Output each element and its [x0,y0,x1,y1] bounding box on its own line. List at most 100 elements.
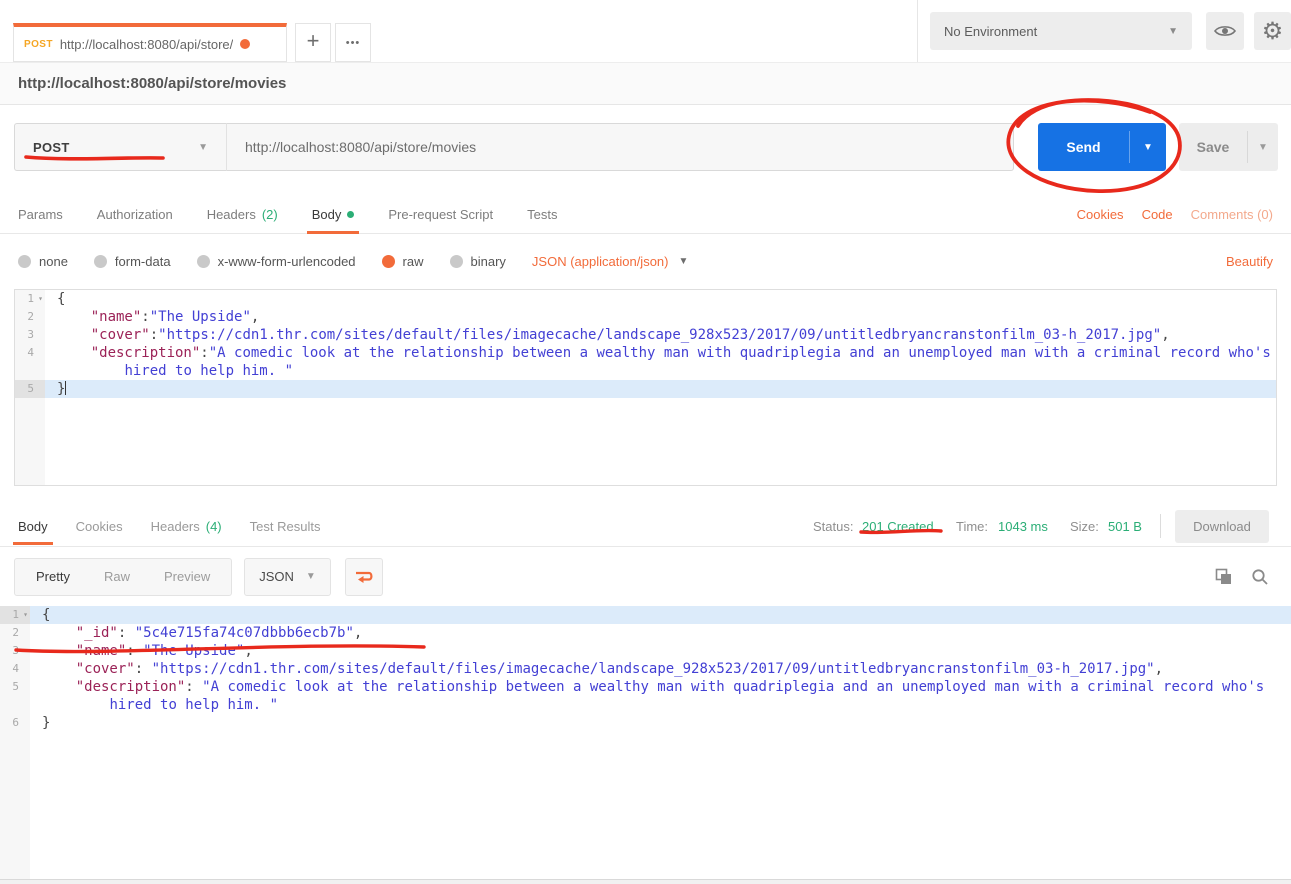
tab-tests-label: Tests [527,207,557,222]
code-line: 3 "cover":"https://cdn1.thr.com/sites/de… [15,326,1276,344]
send-button[interactable]: Send ▼ [1038,123,1166,171]
code-line: 4 "cover": "https://cdn1.thr.com/sites/d… [0,660,1291,678]
response-language-label: JSON [259,569,294,584]
view-raw[interactable]: Raw [87,569,147,584]
search-icon[interactable] [1251,568,1269,586]
request-body-editor[interactable]: 1▾{2 "name":"The Upside",3 "cover":"http… [14,289,1277,486]
response-tab-strip: Body Cookies Headers (4) Test Results [18,505,320,547]
download-button[interactable]: Download [1175,510,1269,543]
url-input[interactable]: http://localhost:8080/api/store/movies [227,123,1014,171]
tab-params[interactable]: Params [18,196,63,234]
response-tab-headers-label: Headers [151,519,200,534]
code-line: 1▾{ [15,290,1276,308]
tab-tests[interactable]: Tests [527,196,557,234]
tab-pre-request-script[interactable]: Pre-request Script [388,196,493,234]
tab-method-badge: POST [24,39,53,50]
line-number: 2 [15,308,45,326]
beautify-link[interactable]: Beautify [1226,254,1273,269]
wrap-lines-button[interactable] [345,558,383,596]
code-line: 6} [0,714,1291,732]
radio-icon [94,255,107,268]
body-type-urlencoded[interactable]: x-www-form-urlencoded [197,254,356,269]
view-mode-segmented-control: Pretty Raw Preview [14,558,232,596]
code-line: 3 "name": "The Upside", [0,642,1291,660]
code-line: hired to help him. " [15,362,1276,380]
tab-headers[interactable]: Headers (2) [207,196,278,234]
code-text: "_id": "5c4e715fa74c07dbbb6ecb7b", [30,624,1291,642]
response-tab-test-results[interactable]: Test Results [250,505,321,547]
response-actions [1215,568,1269,586]
body-type-raw-label: raw [403,254,424,269]
meta-divider [1160,514,1161,538]
copy-icon[interactable] [1215,568,1233,586]
body-type-none[interactable]: none [18,254,68,269]
view-preview[interactable]: Preview [147,569,227,584]
code-text: "name": "The Upside", [30,642,1291,660]
fold-caret-icon[interactable]: ▾ [34,290,43,308]
body-type-binary[interactable]: binary [450,254,506,269]
tab-headers-label: Headers [207,207,256,222]
save-label: Save [1179,123,1247,171]
new-tab-button[interactable]: + [295,23,331,62]
radio-selected-icon [382,255,395,268]
request-tab-strip: Params Authorization Headers (2) Body Pr… [0,196,1291,234]
response-tab-cookies[interactable]: Cookies [76,505,123,547]
code-line: 2 "_id": "5c4e715fa74c07dbbb6ecb7b", [0,624,1291,642]
tab-body-label: Body [312,207,342,222]
topbar-divider [917,0,918,62]
body-type-raw[interactable]: raw [382,254,424,269]
send-options-button[interactable]: ▼ [1130,123,1166,171]
page-title: http://localhost:8080/api/store/movies [18,75,286,92]
environment-select[interactable]: No Environment ▼ [930,12,1192,50]
gear-icon: ⚙ [1262,17,1284,45]
response-tab-headers[interactable]: Headers (4) [151,505,222,547]
headers-count-badge: (2) [262,207,278,222]
method-dropdown[interactable]: POST ▼ [14,123,227,171]
body-has-content-dot-icon [347,211,354,218]
response-tab-body[interactable]: Body [18,507,48,545]
bottom-strip [0,880,1291,884]
tab-pre-request-label: Pre-request Script [388,207,493,222]
chevron-down-icon: ▼ [678,256,688,267]
response-view-toolbar: Pretty Raw Preview JSON ▼ [0,547,1291,606]
response-language-dropdown[interactable]: JSON ▼ [244,558,331,596]
fold-caret-icon[interactable]: ▾ [19,606,28,624]
environment-label: No Environment [944,24,1037,39]
body-type-binary-label: binary [471,254,506,269]
content-type-dropdown[interactable]: JSON (application/json) ▼ [532,254,688,269]
request-tab[interactable]: POST http://localhost:8080/api/store/ [13,23,287,62]
tab-authorization[interactable]: Authorization [97,196,173,234]
body-type-form-data[interactable]: form-data [94,254,171,269]
response-tab-body-label: Body [18,519,48,534]
eye-icon [1214,24,1236,38]
settings-button[interactable]: ⚙ [1254,12,1291,50]
code-link[interactable]: Code [1142,207,1173,222]
save-options-button[interactable]: ▼ [1248,123,1278,171]
code-text: "description":"A comedic look at the rel… [45,344,1276,362]
chevron-down-icon: ▼ [1168,26,1178,37]
body-type-none-label: none [39,254,68,269]
code-text: hired to help him. " [30,696,1291,714]
save-button[interactable]: Save ▼ [1179,123,1278,171]
more-tabs-button[interactable]: ••• [335,23,371,62]
top-bar: POST http://localhost:8080/api/store/ + … [0,0,1291,62]
response-tab-cookies-label: Cookies [76,519,123,534]
send-label: Send [1038,123,1129,171]
response-header: Body Cookies Headers (4) Test Results St… [0,505,1291,547]
status-value: 201 Created [862,505,934,547]
line-number: 1▾ [15,290,45,308]
code-line: 4 "description":"A comedic look at the r… [15,344,1276,362]
comments-link[interactable]: Comments (0) [1191,207,1273,222]
wrap-lines-icon [353,568,375,586]
cookies-link[interactable]: Cookies [1077,207,1124,222]
chevron-down-icon: ▼ [198,142,208,153]
request-links: Cookies Code Comments (0) [1077,207,1273,222]
time-label: Time: [956,505,988,547]
body-type-row: none form-data x-www-form-urlencoded raw… [0,234,1291,289]
response-body-editor[interactable]: 1▾{2 "_id": "5c4e715fa74c07dbbb6ecb7b",3… [0,606,1291,879]
postman-app: POST http://localhost:8080/api/store/ + … [0,0,1291,884]
chevron-down-icon: ▼ [306,571,316,582]
environment-quick-look-button[interactable] [1206,12,1244,50]
view-pretty[interactable]: Pretty [19,569,87,584]
tab-body[interactable]: Body [312,196,355,234]
